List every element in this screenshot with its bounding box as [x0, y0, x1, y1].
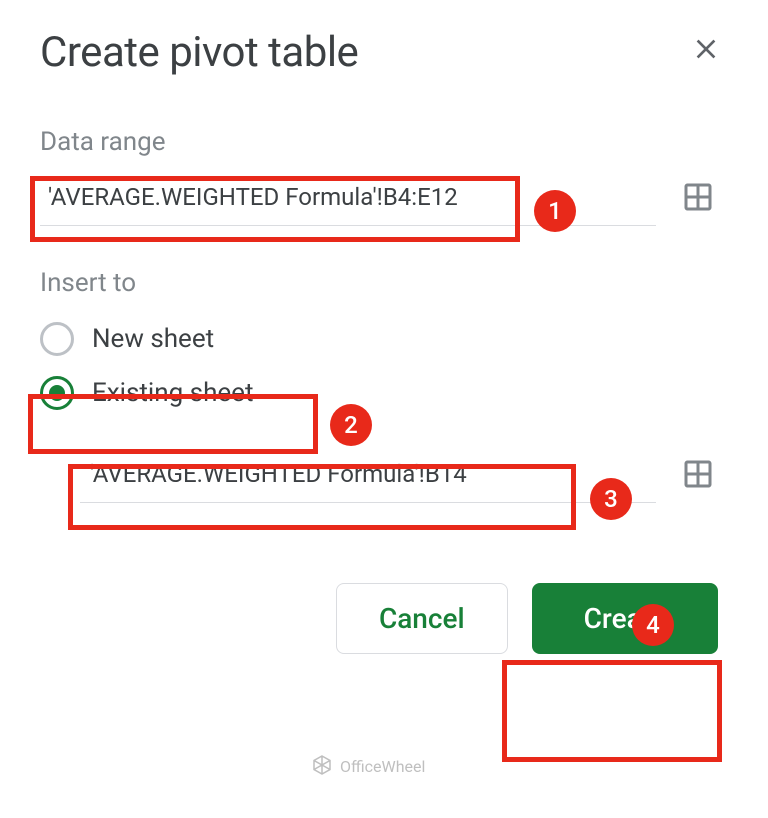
select-destination-button[interactable] [674, 452, 722, 500]
radio-new-sheet[interactable]: New sheet [40, 312, 728, 366]
insert-to-radio-group: New sheet Existing sheet [40, 312, 728, 420]
close-icon [690, 32, 722, 74]
cancel-button[interactable]: Cancel [336, 583, 508, 654]
destination-row [40, 448, 728, 503]
grid-icon [680, 179, 716, 218]
pivot-table-dialog: Create pivot table Data range Insert to … [0, 0, 768, 682]
radio-existing-sheet-label: Existing sheet [92, 378, 253, 408]
dialog-header: Create pivot table [40, 28, 728, 77]
create-button[interactable]: Create [532, 583, 718, 654]
watermark-text: OfficeWheel [340, 757, 425, 776]
watermark: OfficeWheel [310, 754, 425, 778]
close-button[interactable] [684, 31, 728, 75]
data-range-row [40, 171, 728, 226]
data-range-label: Data range [40, 127, 728, 157]
destination-input-wrap [80, 448, 656, 503]
data-range-input[interactable] [40, 171, 656, 226]
watermark-icon [310, 754, 334, 778]
insert-to-label: Insert to [40, 268, 728, 298]
dialog-buttons: Cancel Create [40, 583, 728, 654]
radio-unchecked-icon [40, 322, 74, 356]
radio-new-sheet-label: New sheet [92, 324, 214, 354]
grid-icon [680, 456, 716, 495]
radio-checked-icon [40, 376, 74, 410]
dialog-title: Create pivot table [40, 28, 358, 77]
select-range-button[interactable] [674, 175, 722, 223]
radio-existing-sheet[interactable]: Existing sheet [40, 366, 728, 420]
destination-input[interactable] [80, 448, 656, 503]
